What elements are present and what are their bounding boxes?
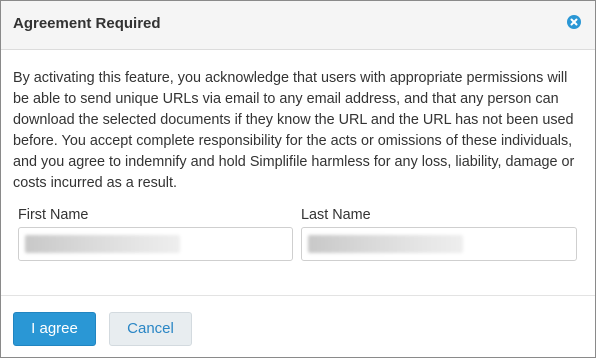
dialog-body: By activating this feature, you acknowle… — [1, 50, 595, 294]
agree-button[interactable]: I agree — [13, 312, 96, 346]
dialog-header: Agreement Required — [1, 1, 595, 50]
last-name-label: Last Name — [301, 207, 371, 223]
cancel-button[interactable]: Cancel — [109, 312, 192, 346]
first-name-input[interactable] — [18, 227, 293, 261]
dialog-footer: I agree Cancel — [1, 295, 595, 358]
first-name-label: First Name — [18, 207, 89, 223]
agreement-message: By activating this feature, you acknowle… — [13, 70, 575, 191]
close-icon[interactable] — [567, 15, 581, 29]
last-name-input[interactable] — [301, 227, 577, 261]
dialog-title: Agreement Required — [13, 15, 161, 32]
last-name-redacted-value — [308, 235, 463, 253]
agreement-dialog: Agreement Required By activating this fe… — [0, 0, 596, 358]
first-name-redacted-value — [25, 235, 180, 253]
